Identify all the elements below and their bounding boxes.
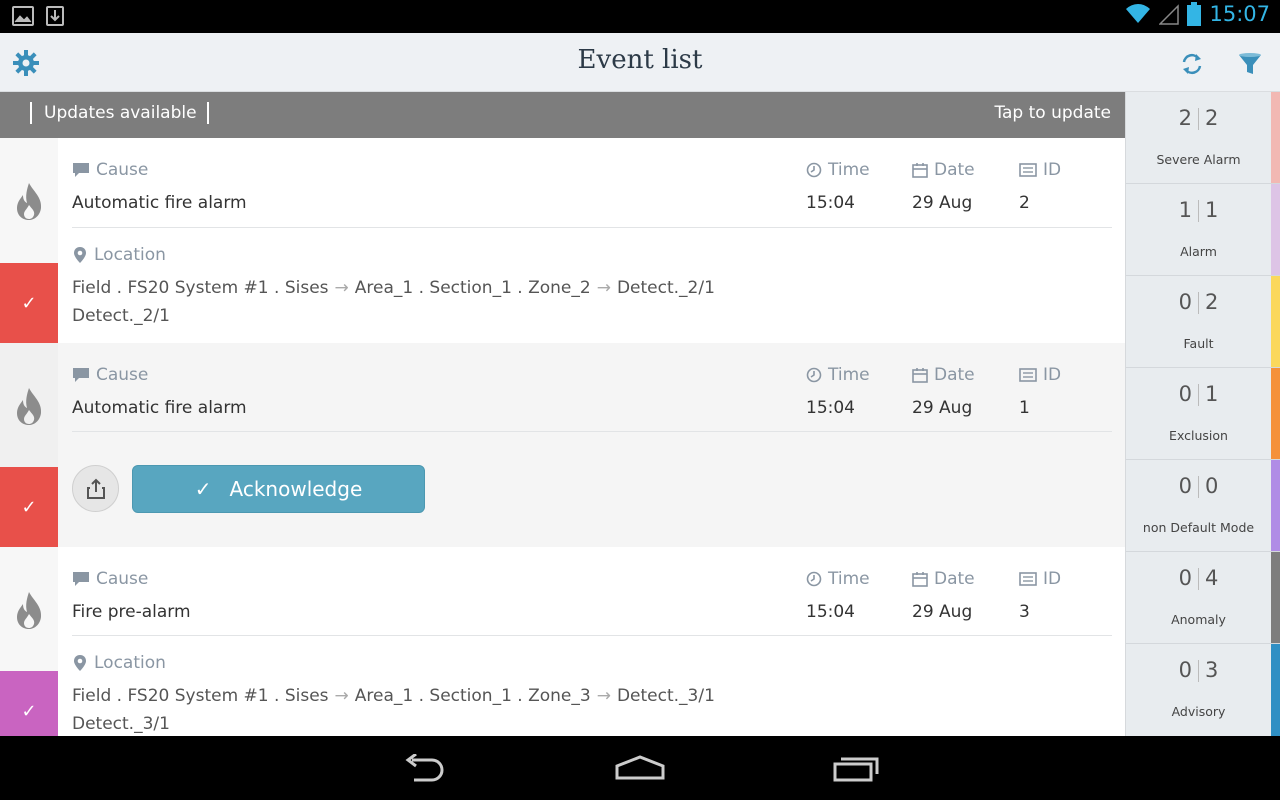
date-value: 29 Aug bbox=[912, 602, 973, 622]
filter-icon[interactable] bbox=[1236, 50, 1264, 78]
id-header: ID bbox=[1043, 569, 1062, 589]
comment-icon bbox=[73, 368, 89, 382]
category-non-default-mode[interactable]: 00 non Default Mode bbox=[1126, 460, 1280, 552]
system-nav-bar bbox=[0, 736, 1280, 800]
clock-icon bbox=[806, 162, 822, 178]
id-value: 2 bbox=[1019, 193, 1030, 213]
category-color-bar bbox=[1271, 276, 1280, 367]
date-header: Date bbox=[934, 160, 975, 180]
back-icon[interactable] bbox=[400, 754, 448, 784]
clock: 15:07 bbox=[1209, 2, 1270, 26]
date-value: 29 Aug bbox=[912, 193, 973, 213]
id-card-icon bbox=[1019, 572, 1037, 586]
category-color-bar bbox=[1271, 368, 1280, 459]
location-pin-icon bbox=[74, 655, 86, 671]
recent-apps-icon[interactable] bbox=[833, 754, 881, 784]
category-exclusion[interactable]: 01 Exclusion bbox=[1126, 368, 1280, 460]
cause-value: Fire pre-alarm bbox=[72, 602, 191, 622]
download-notification-icon bbox=[46, 6, 64, 26]
id-card-icon bbox=[1019, 163, 1037, 177]
location-header: Location bbox=[94, 653, 166, 673]
cause-header: Cause bbox=[96, 365, 149, 385]
time-value: 15:04 bbox=[806, 602, 855, 622]
divider bbox=[72, 431, 1112, 432]
acknowledged-check-icon: ✓ bbox=[0, 263, 58, 343]
location-header: Location bbox=[94, 245, 166, 265]
home-icon[interactable] bbox=[614, 754, 666, 784]
flame-icon bbox=[0, 138, 58, 263]
share-button[interactable] bbox=[72, 465, 119, 512]
time-header: Time bbox=[828, 365, 870, 385]
wifi-icon bbox=[1126, 4, 1151, 23]
arrow-right-icon: → bbox=[334, 686, 349, 706]
event-list: Updates available Tap to update ✓ Cause … bbox=[0, 92, 1125, 736]
cause-value: Automatic fire alarm bbox=[72, 193, 247, 213]
time-value: 15:04 bbox=[806, 193, 855, 213]
divider bbox=[72, 635, 1112, 636]
acknowledge-button[interactable]: ✓ Acknowledge bbox=[132, 465, 425, 513]
cause-header: Cause bbox=[96, 569, 149, 589]
event-item[interactable]: ✓ Cause Automatic fire alarm Time 15:04 … bbox=[0, 343, 1125, 547]
date-header: Date bbox=[934, 569, 975, 589]
update-banner[interactable]: Updates available Tap to update bbox=[0, 92, 1125, 138]
location-pin-icon bbox=[74, 247, 86, 263]
category-color-bar bbox=[1271, 92, 1280, 183]
id-header: ID bbox=[1043, 160, 1062, 180]
category-alarm[interactable]: 11 Alarm bbox=[1126, 184, 1280, 276]
category-color-bar bbox=[1271, 644, 1280, 736]
acknowledged-check-icon: ✓ bbox=[0, 467, 58, 547]
id-value: 1 bbox=[1019, 398, 1030, 418]
category-sidebar: 22 Severe Alarm 11 Alarm 02 Fault 01 Exc… bbox=[1125, 92, 1280, 736]
divider bbox=[72, 227, 1112, 228]
date-header: Date bbox=[934, 365, 975, 385]
event-item[interactable]: ✓ Cause Fire pre-alarm Time 15:04 Date 2… bbox=[0, 547, 1125, 736]
location-path: Field . FS20 System #1 . Sises → Area_1 . … bbox=[72, 278, 715, 298]
id-header: ID bbox=[1043, 365, 1062, 385]
time-header: Time bbox=[828, 569, 870, 589]
event-item[interactable]: ✓ Cause Automatic fire alarm Time 15:04 … bbox=[0, 138, 1125, 343]
cause-header: Cause bbox=[96, 160, 149, 180]
comment-icon bbox=[73, 163, 89, 177]
location-detector: Detect._3/1 bbox=[72, 714, 170, 734]
flame-icon bbox=[0, 343, 58, 468]
updates-available-label: Updates available bbox=[30, 102, 209, 124]
id-card-icon bbox=[1019, 368, 1037, 382]
clock-icon bbox=[806, 571, 822, 587]
category-color-bar bbox=[1271, 460, 1280, 551]
calendar-icon bbox=[912, 368, 928, 383]
page-title: Event list bbox=[577, 45, 703, 75]
check-icon: ✓ bbox=[194, 477, 212, 501]
signal-icon bbox=[1159, 4, 1180, 25]
acknowledge-label: Acknowledge bbox=[229, 477, 363, 501]
date-value: 29 Aug bbox=[912, 398, 973, 418]
arrow-right-icon: → bbox=[334, 278, 349, 298]
category-anomaly[interactable]: 04 Anomaly bbox=[1126, 552, 1280, 644]
category-severe-alarm[interactable]: 22 Severe Alarm bbox=[1126, 92, 1280, 184]
category-color-bar bbox=[1271, 184, 1280, 275]
comment-icon bbox=[73, 572, 89, 586]
app-bar: Event list bbox=[0, 33, 1280, 92]
gallery-notification-icon bbox=[12, 6, 34, 26]
calendar-icon bbox=[912, 572, 928, 587]
calendar-icon bbox=[912, 163, 928, 178]
time-header: Time bbox=[828, 160, 870, 180]
category-color-bar bbox=[1271, 552, 1280, 643]
location-path: Field . FS20 System #1 . Sises → Area_1 . … bbox=[72, 686, 715, 706]
flame-icon bbox=[0, 547, 58, 672]
tap-to-update-link[interactable]: Tap to update bbox=[994, 103, 1111, 123]
id-value: 3 bbox=[1019, 602, 1030, 622]
cause-value: Automatic fire alarm bbox=[72, 398, 247, 418]
arrow-right-icon: → bbox=[596, 686, 611, 706]
category-advisory[interactable]: 03 Advisory bbox=[1126, 644, 1280, 736]
category-fault[interactable]: 02 Fault bbox=[1126, 276, 1280, 368]
acknowledged-check-icon: ✓ bbox=[0, 671, 58, 736]
arrow-right-icon: → bbox=[596, 278, 611, 298]
clock-icon bbox=[806, 367, 822, 383]
share-icon bbox=[86, 478, 105, 499]
time-value: 15:04 bbox=[806, 398, 855, 418]
location-detector: Detect._2/1 bbox=[72, 306, 170, 326]
status-bar: 15:07 bbox=[0, 0, 1280, 33]
refresh-icon[interactable] bbox=[1178, 50, 1206, 78]
battery-icon bbox=[1187, 2, 1202, 26]
